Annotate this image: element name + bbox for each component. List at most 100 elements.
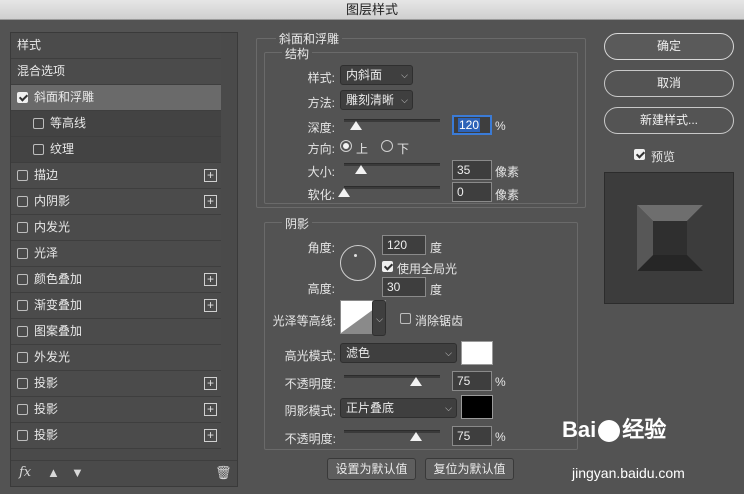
style-list-item[interactable]: 内发光 bbox=[11, 215, 221, 241]
cancel-button[interactable]: 取消 bbox=[604, 70, 734, 97]
highlight-opacity-slider-track[interactable] bbox=[344, 375, 440, 378]
styles-list-footer: fx ▲ ▼ 🗑 bbox=[11, 460, 237, 486]
shadow-opacity-slider-track[interactable] bbox=[344, 430, 440, 433]
direction-down-radio[interactable] bbox=[381, 140, 393, 152]
soften-slider-track[interactable] bbox=[344, 186, 440, 189]
style-list-checkbox[interactable] bbox=[33, 118, 44, 129]
style-list-checkbox[interactable] bbox=[33, 144, 44, 155]
direction-label: 方向: bbox=[307, 142, 335, 156]
add-effect-icon[interactable]: + bbox=[204, 299, 217, 312]
shadow-opacity-unit: % bbox=[495, 430, 506, 444]
add-effect-icon[interactable]: + bbox=[204, 195, 217, 208]
shadow-mode-value: 正片叠底 bbox=[346, 401, 395, 415]
style-list-label: 外发光 bbox=[34, 350, 71, 364]
chevron-down-icon: ⌵ bbox=[401, 70, 408, 80]
size-input[interactable]: 35 bbox=[452, 160, 492, 180]
style-list-item[interactable]: 投影 + bbox=[11, 397, 221, 423]
add-effect-icon[interactable]: + bbox=[204, 169, 217, 182]
angle-dial[interactable] bbox=[340, 245, 376, 281]
bevel-style-select[interactable]: 内斜面 ⌵ bbox=[340, 65, 413, 85]
anti-aliased-checkbox[interactable] bbox=[400, 313, 411, 324]
shadow-mode-select[interactable]: 正片叠底 ⌵ bbox=[340, 398, 457, 418]
highlight-opacity-unit: % bbox=[495, 375, 506, 389]
highlight-opacity-label: 不透明度: bbox=[284, 377, 336, 391]
move-up-icon[interactable]: ▲ bbox=[47, 465, 60, 480]
technique-label: 方法: bbox=[307, 96, 335, 110]
altitude-input[interactable]: 30 bbox=[382, 277, 426, 297]
shadow-opacity-input[interactable]: 75 bbox=[452, 426, 492, 446]
highlight-mode-label: 高光模式: bbox=[284, 349, 336, 363]
depth-input[interactable]: 120 bbox=[452, 115, 492, 135]
styles-list-scrollbar[interactable] bbox=[221, 33, 237, 463]
altitude-label: 高度: bbox=[307, 282, 335, 296]
style-list-label: 内发光 bbox=[34, 220, 71, 234]
anti-aliased-label[interactable]: 消除锯齿 bbox=[415, 312, 463, 329]
highlight-color-swatch[interactable] bbox=[461, 341, 493, 365]
style-list-label: 渐变叠加 bbox=[34, 298, 83, 312]
preview-thumbnail bbox=[637, 205, 703, 271]
angle-input[interactable]: 120 bbox=[382, 235, 426, 255]
highlight-opacity-input[interactable]: 75 bbox=[452, 371, 492, 391]
global-light-checkbox[interactable] bbox=[382, 261, 393, 272]
highlight-opacity-slider-thumb[interactable] bbox=[410, 377, 422, 386]
add-effect-icon[interactable]: + bbox=[204, 429, 217, 442]
global-light-label[interactable]: 使用全局光 bbox=[397, 260, 457, 277]
style-list-item[interactable]: 等高线 bbox=[11, 111, 221, 137]
trash-icon[interactable]: 🗑 bbox=[215, 465, 232, 481]
style-list-checkbox[interactable] bbox=[17, 196, 28, 207]
style-list-checkbox[interactable] bbox=[17, 326, 28, 337]
style-list-checkbox[interactable] bbox=[17, 248, 28, 259]
preview-label[interactable]: 预览 bbox=[651, 148, 675, 165]
style-list-checkbox[interactable] bbox=[17, 92, 28, 103]
move-down-icon[interactable]: ▼ bbox=[71, 465, 84, 480]
style-list-checkbox[interactable] bbox=[17, 404, 28, 415]
style-list-item[interactable]: 渐变叠加 + bbox=[11, 293, 221, 319]
style-list-item[interactable]: 混合选项 bbox=[11, 59, 221, 85]
style-list-item[interactable]: 描边 + bbox=[11, 163, 221, 189]
style-list-checkbox[interactable] bbox=[17, 300, 28, 311]
fx-icon[interactable]: fx bbox=[19, 465, 31, 480]
highlight-mode-select[interactable]: 滤色 ⌵ bbox=[340, 343, 457, 363]
style-list-checkbox[interactable] bbox=[17, 352, 28, 363]
add-effect-icon[interactable]: + bbox=[204, 273, 217, 286]
style-list-item[interactable]: 颜色叠加 + bbox=[11, 267, 221, 293]
add-effect-icon[interactable]: + bbox=[204, 377, 217, 390]
size-slider-thumb[interactable] bbox=[355, 165, 368, 174]
style-list-checkbox[interactable] bbox=[17, 274, 28, 285]
new-style-button[interactable]: 新建样式... bbox=[604, 107, 734, 134]
add-effect-icon[interactable]: + bbox=[204, 403, 217, 416]
technique-select[interactable]: 雕刻清晰 ⌵ bbox=[340, 90, 413, 110]
style-list-item[interactable]: 投影 + bbox=[11, 371, 221, 397]
style-list-label: 斜面和浮雕 bbox=[34, 90, 95, 104]
depth-slider-thumb[interactable] bbox=[349, 121, 362, 130]
style-list-checkbox[interactable] bbox=[17, 222, 28, 233]
style-list-item[interactable]: 投影 + bbox=[11, 423, 221, 449]
shadow-opacity-label: 不透明度: bbox=[284, 432, 336, 446]
preview-checkbox[interactable] bbox=[634, 149, 645, 160]
structure-title: 结构 bbox=[282, 45, 313, 62]
direction-down-label[interactable]: 下 bbox=[397, 140, 409, 157]
shadow-opacity-slider-thumb[interactable] bbox=[410, 432, 422, 441]
soften-slider-thumb[interactable] bbox=[338, 188, 350, 197]
style-list-item[interactable]: 外发光 bbox=[11, 345, 221, 371]
gloss-contour-dropdown[interactable]: ⌵ bbox=[372, 300, 386, 336]
size-unit: 像素 bbox=[495, 165, 520, 179]
soften-input[interactable]: 0 bbox=[452, 182, 492, 202]
style-list-checkbox[interactable] bbox=[17, 170, 28, 181]
direction-up-radio[interactable] bbox=[340, 140, 352, 152]
shadow-color-swatch[interactable] bbox=[461, 395, 493, 419]
style-list-item[interactable]: 光泽 bbox=[11, 241, 221, 267]
direction-up-label[interactable]: 上 bbox=[356, 140, 368, 157]
style-list-checkbox[interactable] bbox=[17, 430, 28, 441]
style-list-item[interactable]: 斜面和浮雕 bbox=[11, 85, 221, 111]
style-list-item[interactable]: 内阴影 + bbox=[11, 189, 221, 215]
style-list-item[interactable]: 样式 bbox=[11, 33, 221, 59]
chevron-down-icon: ⌵ bbox=[401, 95, 408, 105]
chevron-down-icon: ⌵ bbox=[376, 314, 383, 324]
reset-default-button[interactable]: 复位为默认值 bbox=[425, 458, 514, 480]
ok-button[interactable]: 确定 bbox=[604, 33, 734, 60]
style-list-item[interactable]: 纹理 bbox=[11, 137, 221, 163]
make-default-button[interactable]: 设置为默认值 bbox=[327, 458, 416, 480]
style-list-checkbox[interactable] bbox=[17, 378, 28, 389]
style-list-item[interactable]: 图案叠加 bbox=[11, 319, 221, 345]
